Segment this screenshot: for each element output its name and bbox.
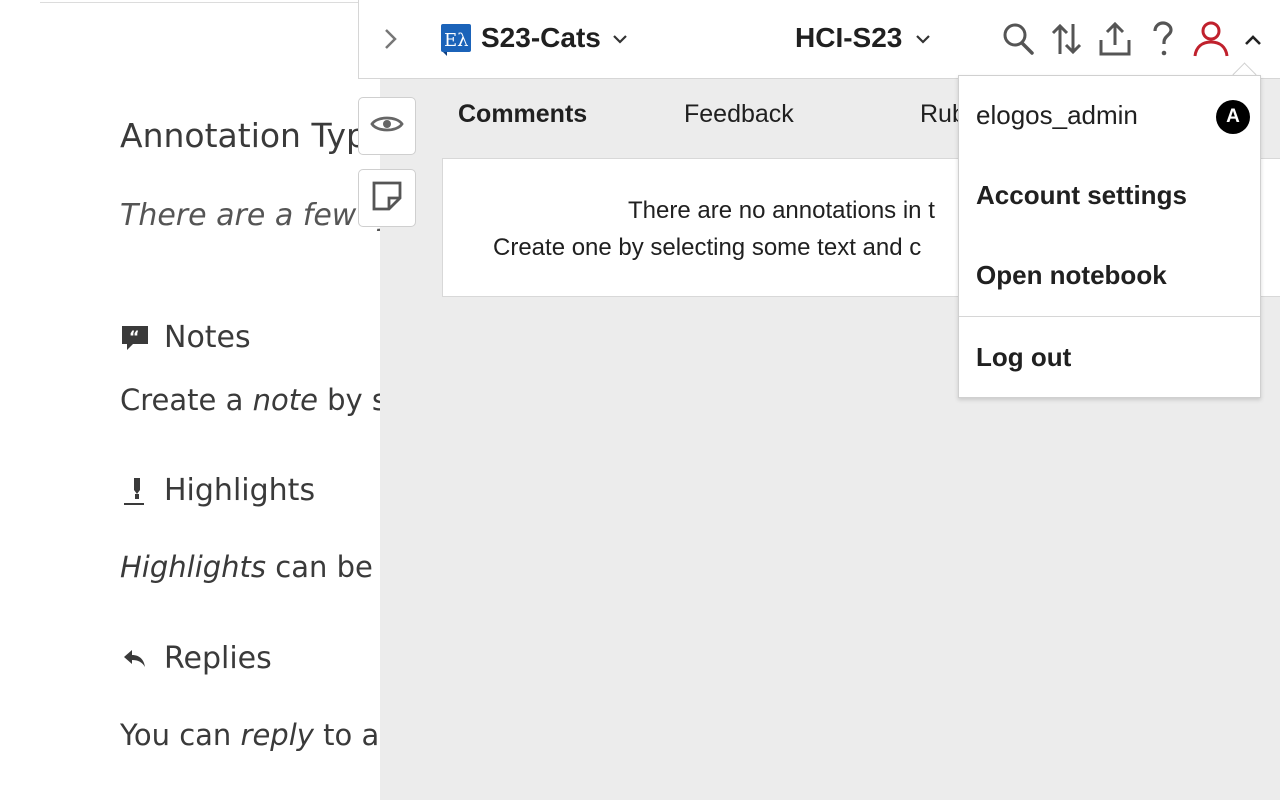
tab-feedback[interactable]: Feedback <box>684 100 794 129</box>
course-name[interactable]: HCI-S23 <box>795 22 902 54</box>
menu-divider <box>959 316 1260 317</box>
document-top-rule <box>40 2 370 3</box>
new-page-note-button[interactable] <box>358 169 416 227</box>
chevron-down-icon[interactable] <box>914 30 932 48</box>
group-logo-icon: Eλ <box>441 22 473 56</box>
help-icon[interactable] <box>1145 20 1181 58</box>
sticky-note-icon <box>371 180 403 217</box>
sidebar-top-bar: Eλ S23-Cats HCI-S23 <box>358 0 1280 79</box>
document-heading: Annotation Typ <box>120 116 367 155</box>
section-title: Notes <box>164 320 251 355</box>
menu-item-log-out[interactable]: Log out <box>976 342 1071 373</box>
quote-icon: “ <box>120 323 150 353</box>
section-replies-heading: Replies <box>120 641 272 676</box>
user-icon[interactable] <box>1191 20 1231 58</box>
eye-icon <box>370 112 404 141</box>
group-name[interactable]: S23-Cats <box>481 22 601 54</box>
section-notes-heading: “ Notes <box>120 320 251 355</box>
menu-username[interactable]: elogos_admin <box>976 100 1138 131</box>
svg-text:“: “ <box>129 327 140 346</box>
empty-message-line1: There are no annotations in t <box>628 197 935 224</box>
chevron-up-icon[interactable] <box>1241 20 1265 58</box>
search-icon[interactable] <box>1001 20 1037 58</box>
chevron-right-icon[interactable] <box>375 24 405 54</box>
section-highlights-text: Highlights can be cr <box>120 550 380 584</box>
document-page: Annotation Typ There are a few ty “ Note… <box>0 0 380 800</box>
section-replies-text: You can reply to any <box>120 718 380 752</box>
tab-comments[interactable]: Comments <box>458 100 587 129</box>
svg-text:Eλ: Eλ <box>444 30 469 51</box>
reply-icon <box>120 644 150 674</box>
chevron-down-icon[interactable] <box>611 30 629 48</box>
user-menu: elogos_admin A Account settings Open not… <box>958 75 1261 398</box>
toggle-highlights-button[interactable] <box>358 97 416 155</box>
section-title: Highlights <box>164 473 316 508</box>
document-lead: There are a few ty <box>120 198 380 233</box>
admin-badge: A <box>1216 100 1250 134</box>
section-highlights-heading: Highlights <box>120 473 315 508</box>
section-title: Replies <box>164 641 272 676</box>
highlighter-icon <box>120 476 150 506</box>
sort-icon[interactable] <box>1049 20 1085 58</box>
menu-item-account-settings[interactable]: Account settings <box>976 180 1187 211</box>
share-icon[interactable] <box>1097 20 1133 58</box>
section-notes-text: Create a note by se <box>120 383 380 417</box>
menu-item-open-notebook[interactable]: Open notebook <box>976 260 1167 291</box>
empty-message-line2: Create one by selecting some text and c <box>493 234 922 261</box>
